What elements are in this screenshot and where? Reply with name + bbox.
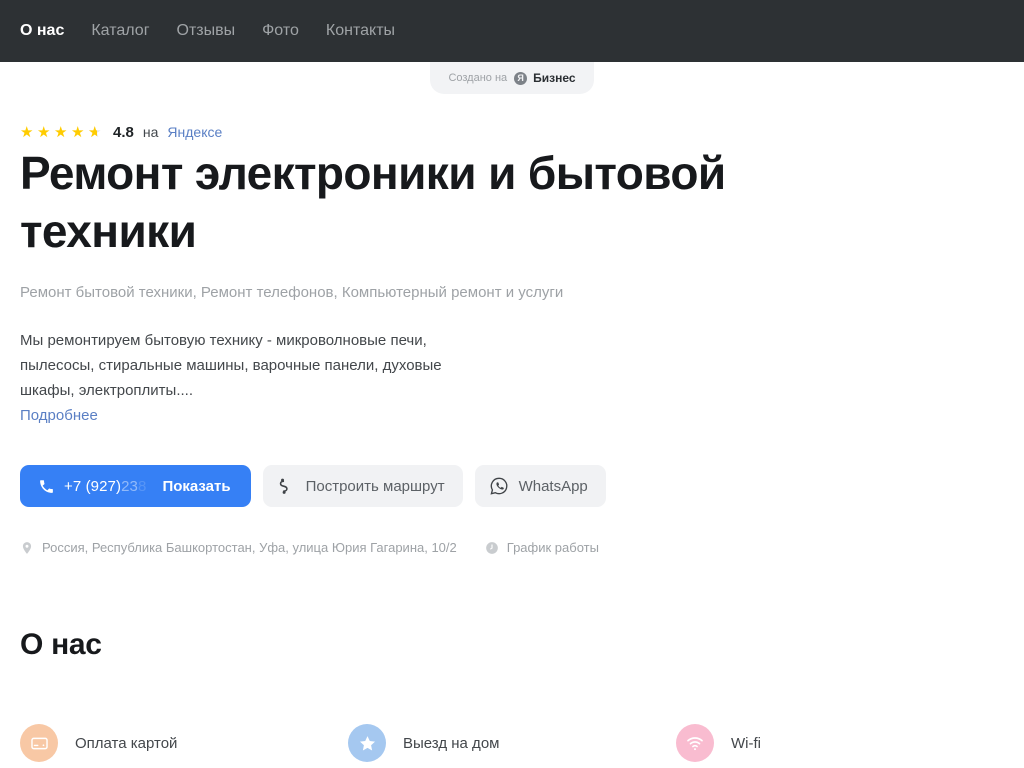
whatsapp-icon (489, 476, 509, 496)
feature-card-payment: Оплата картой (20, 724, 348, 762)
build-route-button[interactable]: Построить маршрут (262, 465, 463, 507)
star-icon-2: ★ (37, 123, 51, 141)
whatsapp-label: WhatsApp (518, 477, 588, 495)
created-badge-brand: Бизнес (533, 71, 576, 85)
whatsapp-button[interactable]: WhatsApp (474, 465, 606, 507)
features-list: Оплата картой Выезд на дом Wi-fi (20, 724, 1004, 762)
route-icon (277, 477, 296, 496)
credit-card-icon (20, 724, 58, 762)
star-icon (348, 724, 386, 762)
schedule-text: График работы (506, 540, 599, 555)
yandex-logo-icon: Я (514, 71, 528, 85)
read-more-link[interactable]: Подробнее (20, 403, 98, 428)
address-text: Россия, Республика Башкортостан, Уфа, ул… (42, 540, 457, 555)
rating-source-link[interactable]: Яндексе (167, 124, 222, 140)
phone-icon (38, 478, 55, 495)
schedule-item[interactable]: График работы (485, 540, 599, 555)
nav-item-reviews[interactable]: Отзывы (177, 21, 236, 41)
rating-suffix: на (142, 124, 159, 140)
phone-show-label: Показать (162, 477, 231, 495)
business-description-text: Мы ремонтируем бытовую технику - микрово… (20, 332, 442, 399)
feature-label-home-visit: Выезд на дом (403, 734, 500, 752)
feature-label-wifi: Wi-fi (731, 734, 761, 752)
phone-number-faded: 8 (137, 477, 147, 495)
business-description-block: Мы ремонтируем бытовую технику - микрово… (20, 328, 490, 428)
pin-icon (20, 541, 34, 555)
wifi-icon (676, 724, 714, 762)
clock-icon (485, 541, 499, 555)
page-title: Ремонт электроники и бытовой техники (20, 147, 726, 257)
created-on-badge[interactable]: Создано на Я Бизнес (430, 62, 594, 94)
star-icon-5-half: ★ (88, 125, 104, 140)
nav-item-about[interactable]: О нас (20, 21, 64, 41)
star-icon-1: ★ (20, 123, 34, 141)
rating-value: 4.8 (113, 123, 134, 141)
top-navigation: О нас Каталог Отзывы Фото Контакты (0, 0, 1024, 62)
nav-item-catalog[interactable]: Каталог (91, 21, 149, 41)
nav-item-photo[interactable]: Фото (262, 21, 299, 41)
nav-list: О нас Каталог Отзывы Фото Контакты (20, 21, 395, 41)
action-buttons: +7 (927)238 Показать Построить маршрут W… (20, 465, 1004, 507)
business-categories: Ремонт бытовой техники, Ремонт телефонов… (20, 284, 564, 301)
rating-stars: ★ ★ ★ ★ ★ (20, 125, 104, 140)
phone-number-visible: +7 (927) (64, 477, 122, 495)
phone-show-button[interactable]: +7 (927)238 Показать (20, 465, 251, 507)
meta-row: Россия, Республика Башкортостан, Уфа, ул… (20, 540, 1004, 555)
created-badge-prefix: Создано на (448, 72, 508, 84)
about-section-title: О нас (20, 628, 102, 661)
build-route-label: Построить маршрут (305, 477, 445, 495)
nav-item-contacts[interactable]: Контакты (326, 21, 395, 41)
feature-card-wifi: Wi-fi (676, 724, 1004, 762)
address-item[interactable]: Россия, Республика Башкортостан, Уфа, ул… (20, 540, 457, 555)
star-icon-4: ★ (71, 123, 85, 141)
feature-card-home-visit: Выезд на дом (348, 724, 676, 762)
star-icon-3: ★ (54, 123, 68, 141)
phone-number: +7 (927)238 (64, 478, 146, 495)
phone-number-masked: 23 (121, 477, 138, 495)
page-content: ★ ★ ★ ★ ★ 4.8 на Яндексе Ремонт электрон… (0, 62, 1024, 762)
feature-label-payment: Оплата картой (75, 734, 178, 752)
